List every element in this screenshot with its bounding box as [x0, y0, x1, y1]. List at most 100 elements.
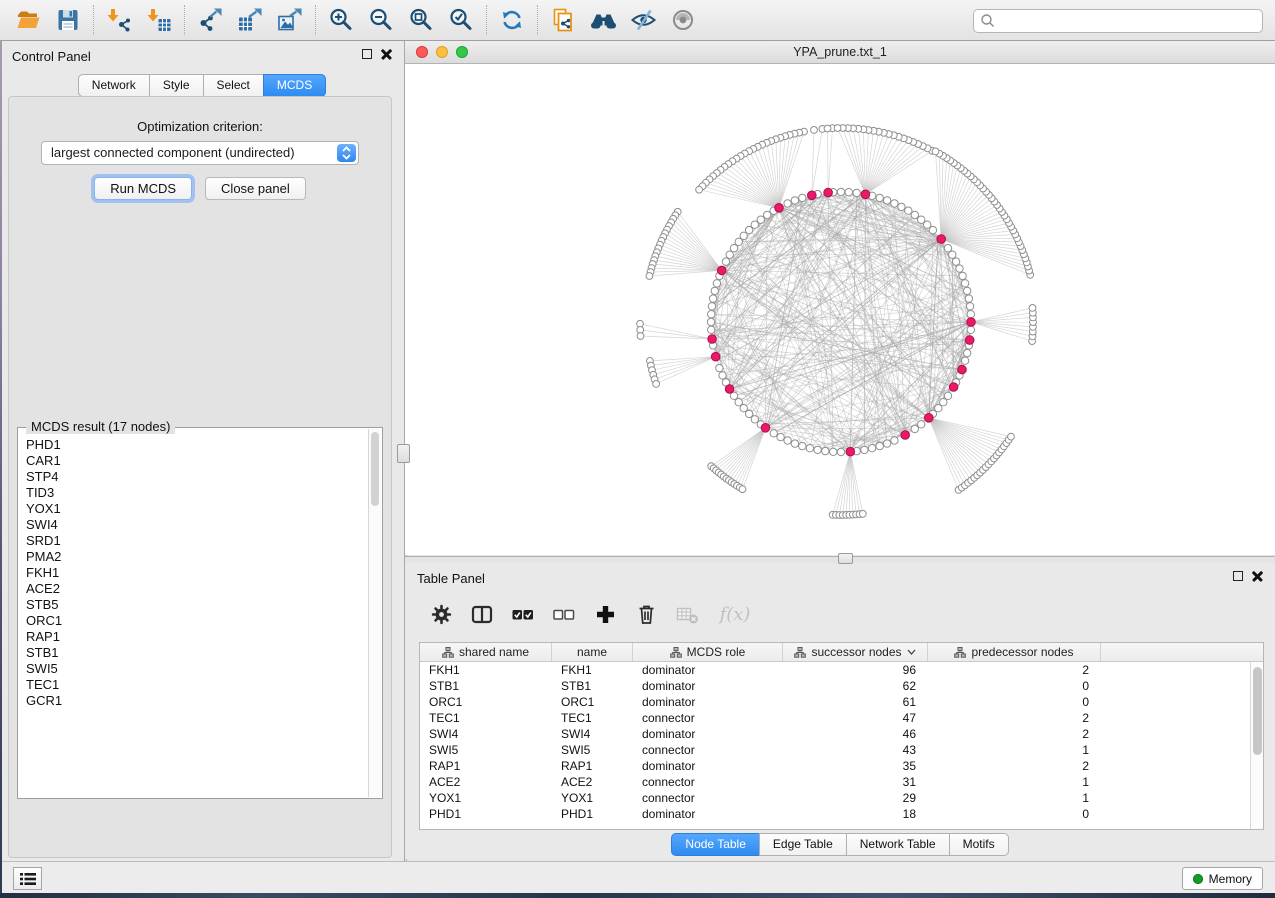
graph-node[interactable]: [837, 188, 844, 195]
graph-hub-node[interactable]: [925, 414, 934, 423]
table-cell[interactable]: TEC1: [552, 710, 633, 726]
graph-node[interactable]: [708, 311, 715, 318]
graph-node[interactable]: [806, 445, 813, 452]
graph-hub-node[interactable]: [949, 383, 958, 392]
graph-node[interactable]: [944, 392, 951, 399]
table-cell[interactable]: 35: [783, 758, 928, 774]
mcds-result-item[interactable]: YOX1: [26, 501, 368, 517]
graph-node[interactable]: [891, 437, 898, 444]
export-image-button[interactable]: [270, 4, 310, 36]
graph-node[interactable]: [708, 326, 715, 333]
network-canvas[interactable]: [405, 64, 1275, 555]
table-row[interactable]: FKH1FKH1dominator962: [420, 662, 1250, 678]
show-graphics-details-button[interactable]: [663, 4, 703, 36]
graph-node[interactable]: [876, 442, 883, 449]
column-header-MCDS-role[interactable]: MCDS role: [633, 643, 783, 661]
table-cell[interactable]: 1: [928, 774, 1101, 790]
search-field[interactable]: [973, 9, 1263, 33]
graph-node[interactable]: [876, 194, 883, 201]
table-cell[interactable]: STB1: [552, 678, 633, 694]
table-cell[interactable]: 47: [783, 710, 928, 726]
table-cell[interactable]: 2: [928, 662, 1101, 678]
graph-hub-node[interactable]: [711, 352, 720, 361]
table-cell[interactable]: 1: [928, 742, 1101, 758]
table-cell[interactable]: 2: [928, 758, 1101, 774]
graph-leaf-node[interactable]: [859, 510, 866, 517]
graph-node[interactable]: [911, 211, 918, 218]
graph-hub-node[interactable]: [937, 235, 946, 244]
graph-hub-node[interactable]: [824, 188, 833, 197]
graph-leaf-node[interactable]: [932, 148, 939, 155]
mcds-result-item[interactable]: TID3: [26, 485, 368, 501]
mcds-result-item[interactable]: ACE2: [26, 581, 368, 597]
graph-leaf-node[interactable]: [653, 381, 660, 388]
graph-node[interactable]: [964, 287, 971, 294]
graph-hub-node[interactable]: [761, 424, 770, 433]
graph-leaf-node[interactable]: [646, 273, 653, 280]
graph-node[interactable]: [784, 437, 791, 444]
mcds-result-item[interactable]: PMA2: [26, 549, 368, 565]
run-mcds-button[interactable]: Run MCDS: [94, 177, 192, 200]
graph-node[interactable]: [799, 442, 806, 449]
zoom-fit-button[interactable]: [401, 4, 441, 36]
mcds-result-item[interactable]: TEC1: [26, 677, 368, 693]
mcds-result-item[interactable]: RAP1: [26, 629, 368, 645]
open-file-button[interactable]: [8, 4, 48, 36]
float-table-panel-button[interactable]: [1233, 571, 1243, 581]
graph-node[interactable]: [711, 287, 718, 294]
column-header-name[interactable]: name: [552, 643, 633, 661]
table-row[interactable]: PHD1PHD1dominator180: [420, 806, 1250, 822]
import-table-button[interactable]: [139, 4, 179, 36]
graph-leaf-node[interactable]: [834, 125, 841, 132]
graph-node[interactable]: [791, 197, 798, 204]
import-network-button[interactable]: [99, 4, 139, 36]
graph-node[interactable]: [708, 303, 715, 310]
graph-hub-node[interactable]: [717, 266, 726, 275]
table-row[interactable]: STB1STB1dominator620: [420, 678, 1250, 694]
graph-leaf-node[interactable]: [739, 486, 746, 493]
create-column-button[interactable]: [593, 602, 617, 626]
graph-node[interactable]: [722, 258, 729, 265]
graph-node[interactable]: [966, 303, 973, 310]
graph-leaf-node[interactable]: [637, 333, 644, 340]
table-cell[interactable]: SWI4: [420, 726, 552, 742]
graph-node[interactable]: [709, 295, 716, 302]
table-cell[interactable]: RAP1: [420, 758, 552, 774]
close-panel-button[interactable]: [381, 48, 392, 59]
graph-node[interactable]: [905, 207, 912, 214]
network-from-file-button[interactable]: [543, 4, 583, 36]
mcds-result-item[interactable]: STB1: [26, 645, 368, 661]
graph-node[interactable]: [730, 245, 737, 252]
graph-node[interactable]: [726, 251, 733, 258]
graph-hub-node[interactable]: [861, 190, 870, 199]
graph-hub-node[interactable]: [958, 365, 967, 374]
graph-hub-node[interactable]: [808, 191, 817, 200]
table-cell[interactable]: dominator: [633, 694, 783, 710]
float-panel-button[interactable]: [362, 49, 372, 59]
graph-leaf-node[interactable]: [696, 186, 703, 193]
graph-node[interactable]: [898, 203, 905, 210]
table-row[interactable]: YOX1YOX1connector291: [420, 790, 1250, 806]
graph-node[interactable]: [959, 272, 966, 279]
column-header-successor-nodes[interactable]: successor nodes: [783, 643, 928, 661]
graph-hub-node[interactable]: [725, 385, 734, 394]
mcds-result-item[interactable]: CAR1: [26, 453, 368, 469]
table-cell[interactable]: 0: [928, 678, 1101, 694]
graph-node[interactable]: [830, 448, 837, 455]
table-cell[interactable]: 62: [783, 678, 928, 694]
graph-node[interactable]: [918, 421, 925, 428]
scrollbar-thumb[interactable]: [1253, 667, 1262, 755]
table-cell[interactable]: FKH1: [420, 662, 552, 678]
graph-node[interactable]: [967, 326, 974, 333]
table-cell[interactable]: YOX1: [552, 790, 633, 806]
tab-motifs[interactable]: Motifs: [949, 833, 1009, 856]
window-minimize-button[interactable]: [436, 46, 448, 58]
table-cell[interactable]: ORC1: [552, 694, 633, 710]
table-cell[interactable]: 2: [928, 726, 1101, 742]
graph-node[interactable]: [918, 216, 925, 223]
search-network-button[interactable]: [583, 4, 623, 36]
table-row[interactable]: ACE2ACE2connector311: [420, 774, 1250, 790]
tab-mcds[interactable]: MCDS: [263, 74, 326, 97]
graph-node[interactable]: [944, 245, 951, 252]
search-input[interactable]: [996, 11, 1262, 31]
